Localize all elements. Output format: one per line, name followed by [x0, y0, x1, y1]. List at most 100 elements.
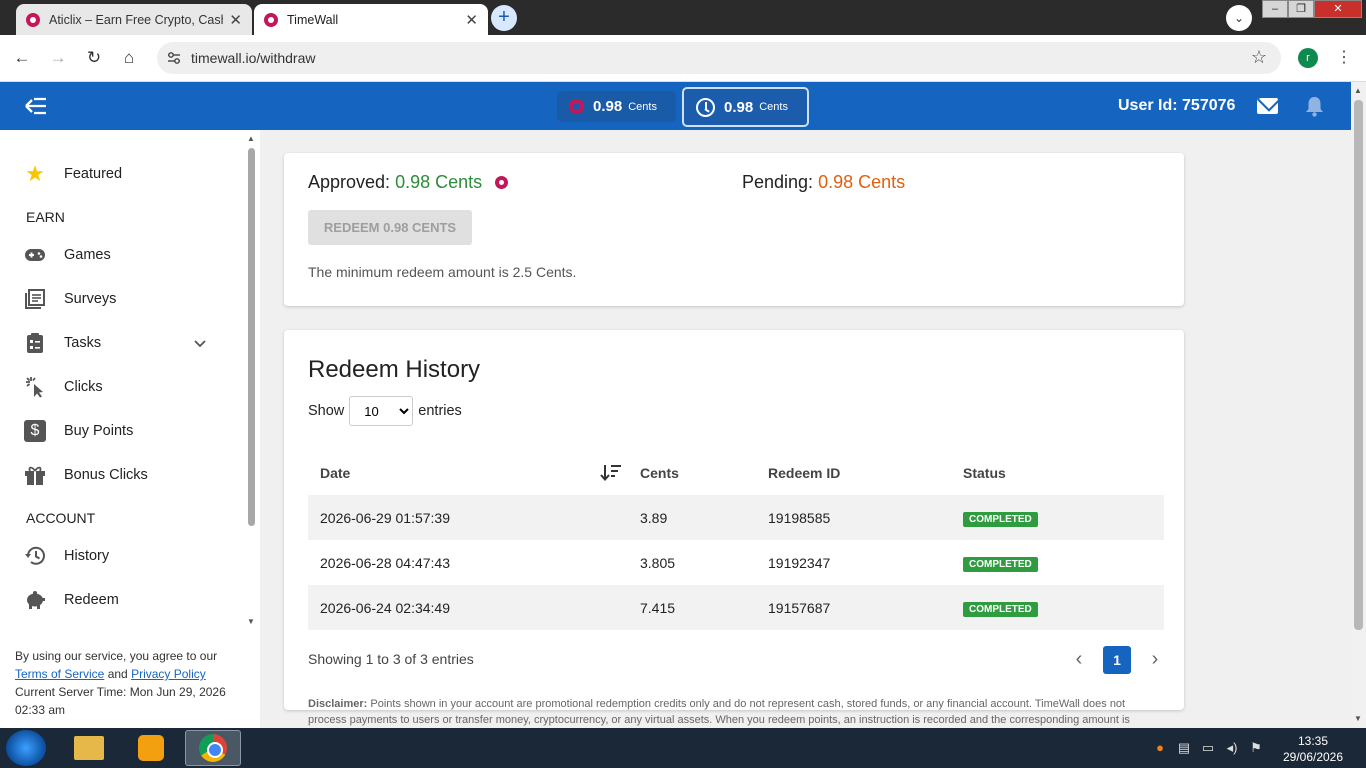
date-cell: 2026-06-24 02:34:49 — [308, 585, 628, 630]
window-close-button[interactable]: ✕ — [1314, 0, 1362, 18]
status-cell: COMPLETED — [951, 585, 1164, 630]
balance-unit: Cents — [759, 101, 788, 113]
home-icon[interactable]: ⌂ — [118, 47, 140, 69]
scroll-down-icon[interactable]: ▼ — [1354, 714, 1362, 723]
tray-network-icon[interactable]: ▤ — [1176, 740, 1192, 756]
sidebar-item-history[interactable]: History — [24, 544, 109, 568]
sidebar-item-surveys[interactable]: Surveys — [24, 287, 116, 311]
pending-balance-chip[interactable]: 0.98 Cents — [682, 87, 809, 127]
page-button-1[interactable]: 1 — [1103, 646, 1131, 674]
sidebar-item-redeem[interactable]: Redeem — [24, 588, 119, 612]
back-arrow-icon[interactable]: ← — [11, 47, 33, 69]
chevron-down-icon[interactable] — [193, 336, 207, 350]
cents-cell: 3.805 — [640, 554, 676, 571]
site-settings-icon[interactable] — [167, 51, 181, 65]
reload-icon[interactable]: ↻ — [83, 47, 105, 69]
date-cell: 2026-06-29 01:57:39 — [308, 495, 628, 540]
sidebar-item-tasks[interactable]: Tasks — [24, 331, 101, 355]
account-heading: ACCOUNT — [26, 510, 96, 526]
tray-display-icon[interactable]: ▭ — [1200, 740, 1216, 756]
privacy-link[interactable]: Privacy Policy — [131, 667, 206, 681]
tab-timewall[interactable]: TimeWall ✕ — [254, 4, 488, 35]
file-explorer-taskbar-button[interactable] — [61, 730, 117, 766]
scrollbar-thumb[interactable] — [1354, 100, 1363, 630]
minimize-button[interactable]: – — [1262, 0, 1288, 18]
forward-arrow-icon[interactable]: → — [47, 47, 69, 69]
page-scrollbar[interactable]: ▲ ▼ — [1351, 82, 1366, 728]
tab-label: Aticlix – Earn Free Crypto, Cash — [49, 12, 224, 27]
entries-select[interactable]: 10 — [349, 396, 414, 426]
table-info: Showing 1 to 3 of 3 entries — [308, 651, 474, 667]
approved-balance-chip[interactable]: 0.98 Cents — [557, 91, 676, 122]
coin-icon — [569, 99, 584, 114]
pending-value: 0.98 Cents — [818, 172, 906, 192]
address-bar[interactable]: timewall.io/withdraw ☆ — [157, 42, 1281, 74]
sidebar-item-label: Clicks — [64, 379, 103, 395]
coin-icon — [495, 176, 509, 189]
tab-search-chevron-icon[interactable]: ⌄ — [1226, 5, 1252, 31]
sort-descending-icon[interactable] — [600, 463, 622, 481]
notification-bell-icon[interactable] — [1305, 96, 1324, 117]
collapse-menu-icon[interactable] — [24, 95, 48, 117]
approved-balance-value: 0.98 — [593, 98, 623, 115]
sidebar-scrollbar[interactable]: ▲ ▼ — [245, 134, 257, 626]
mail-icon[interactable] — [1257, 98, 1278, 114]
column-header-cents[interactable]: Cents — [628, 450, 756, 495]
column-label: Date — [320, 464, 351, 481]
chrome-taskbar-button[interactable] — [185, 730, 241, 766]
column-header-status[interactable]: Status — [951, 450, 1164, 495]
date-cell: 2026-06-28 04:47:43 — [320, 554, 450, 571]
scroll-down-icon[interactable]: ▼ — [247, 617, 255, 626]
sidebar-item-label: Games — [64, 247, 111, 263]
start-button[interactable] — [6, 730, 46, 766]
table-row: 2026-06-29 01:57:39 3.89 19198585 COMPLE… — [308, 495, 1164, 540]
sidebar-item-games[interactable]: Games — [24, 243, 111, 267]
tray-app-icon[interactable]: ● — [1152, 740, 1168, 756]
previous-page-icon[interactable]: ‹ — [1067, 648, 1091, 672]
scrollbar-thumb[interactable] — [248, 148, 255, 526]
sidebar-item-label: Featured — [64, 166, 123, 182]
clipboard-tasks-icon — [24, 332, 46, 354]
sidebar-item-featured[interactable]: ★ Featured — [24, 161, 123, 186]
scroll-up-icon[interactable]: ▲ — [247, 134, 255, 143]
browser-tab-strip: Aticlix – Earn Free Crypto, Cash ✕ TimeW… — [0, 0, 1366, 35]
terms-link[interactable]: Terms of Service — [15, 667, 104, 681]
tab-aticlix[interactable]: Aticlix – Earn Free Crypto, Cash ✕ — [16, 4, 252, 35]
clock-time: 13:35 — [1297, 734, 1329, 748]
next-page-icon[interactable]: › — [1143, 648, 1167, 672]
column-header-date[interactable]: Date — [308, 450, 628, 495]
maximize-button[interactable]: ❐ — [1288, 0, 1314, 18]
status-badge: COMPLETED — [963, 556, 1038, 572]
volume-icon[interactable]: ◂) — [1224, 740, 1240, 756]
disclaimer: Disclaimer: Points shown in your account… — [308, 696, 1138, 728]
dollar-icon: $ — [24, 420, 46, 442]
system-tray: ● ▤ ▭ ◂) ⚑ — [1152, 740, 1264, 756]
entries-length-control: Show 10 entries — [308, 396, 462, 426]
profile-avatar[interactable]: r — [1298, 48, 1318, 68]
bookmark-star-icon[interactable]: ☆ — [1251, 47, 1267, 68]
close-icon[interactable]: ✕ — [229, 11, 242, 29]
table-row: 2026-06-24 02:34:49 7.415 19157687 COMPL… — [308, 585, 1164, 630]
sidebar-item-bonus-clicks[interactable]: Bonus Clicks — [24, 463, 148, 487]
approved-value: 0.98 Cents — [395, 172, 483, 192]
approved-label: Approved: — [308, 172, 391, 192]
game-app-icon — [138, 735, 164, 761]
user-id: User Id: 757076 — [1118, 97, 1236, 114]
history-icon — [24, 545, 46, 567]
game-app-taskbar-button[interactable] — [123, 730, 179, 766]
sidebar-item-label: Tasks — [64, 335, 102, 351]
aticlix-favicon-icon — [26, 12, 40, 27]
column-header-redeem-id[interactable]: Redeem ID — [756, 450, 951, 495]
menu-kebab-icon[interactable]: ⋮ — [1336, 47, 1352, 67]
new-tab-button[interactable]: + — [491, 5, 517, 31]
system-clock[interactable]: 13:35 29/06/2026 — [1278, 733, 1348, 765]
scroll-up-icon[interactable]: ▲ — [1354, 86, 1362, 95]
sidebar-item-clicks[interactable]: Clicks — [24, 375, 103, 399]
sidebar-item-buy-points[interactable]: $ Buy Points — [24, 419, 133, 443]
sidebar-footer: By using our service, you agree to our T… — [15, 647, 240, 719]
close-icon[interactable]: ✕ — [465, 11, 478, 29]
status-cell: COMPLETED — [951, 495, 1164, 540]
redeem-button[interactable]: REDEEM 0.98 CENTS — [308, 210, 472, 245]
action-center-flag-icon[interactable]: ⚑ — [1248, 740, 1264, 756]
folder-icon — [74, 736, 104, 760]
